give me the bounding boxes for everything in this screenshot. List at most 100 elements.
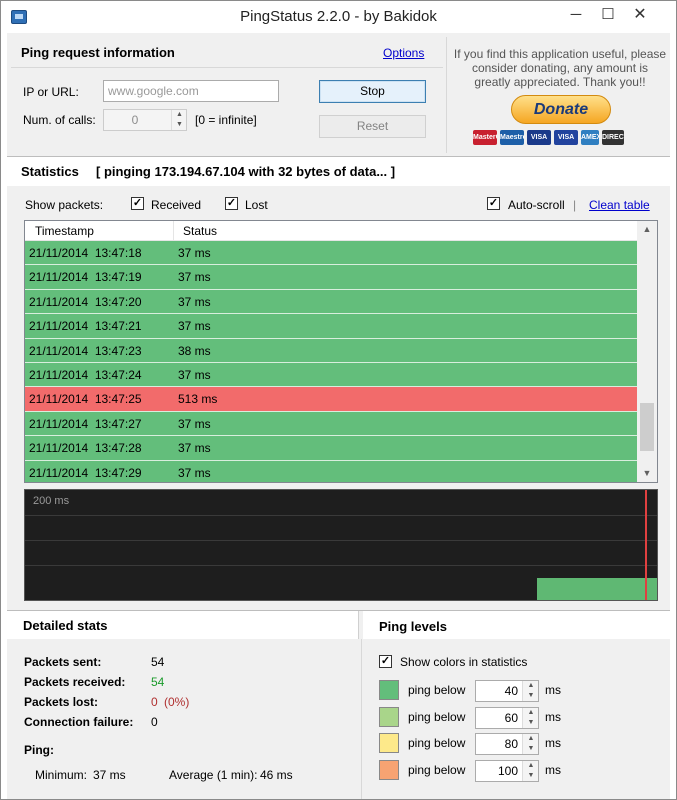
statistics-status: [ pinging 173.194.67.104 with 32 bytes o…: [96, 164, 396, 179]
show-colors-checkbox[interactable]: ✓: [379, 655, 392, 668]
donate-message-line2: consider donating, any amount is: [471, 61, 649, 75]
calls-down-icon[interactable]: ▼: [172, 120, 187, 130]
scroll-thumb[interactable]: [640, 403, 654, 451]
show-colors-label: Show colors in statistics: [400, 655, 528, 669]
row-status: 37 ms: [178, 416, 211, 431]
row-timestamp: 21/11/2014 13:47:18: [29, 246, 142, 260]
row-timestamp: 21/11/2014 13:47:19: [29, 270, 142, 285]
row-timestamp: 21/11/2014 13:47:29: [29, 465, 142, 480]
level-label: ping below: [408, 709, 466, 724]
table-row[interactable]: 21/11/2014 13:47:24 37 ms: [25, 362, 637, 388]
level-color-swatch[interactable]: [379, 706, 399, 727]
level-up-icon[interactable]: ▲: [523, 708, 539, 718]
level-threshold-stepper[interactable]: 40 ▲ ▼: [475, 680, 539, 702]
level-unit: ms: [545, 709, 561, 724]
level-label: ping below: [408, 762, 466, 777]
level-up-icon[interactable]: ▲: [523, 761, 539, 771]
table-row[interactable]: 21/11/2014 13:47:29 37 ms: [25, 460, 637, 482]
column-status[interactable]: Status: [183, 224, 217, 238]
level-threshold-value: 80: [504, 737, 518, 751]
minimum-value: 37 ms: [93, 768, 126, 782]
calls-hint: [0 = infinite]: [195, 113, 257, 127]
client-area: Ping request information Options IP or U…: [7, 33, 670, 799]
payment-card-icon: VISA: [554, 130, 578, 145]
level-threshold-value: 40: [504, 684, 518, 698]
maximize-button[interactable]: ☐: [593, 3, 623, 27]
level-down-icon[interactable]: ▼: [523, 718, 539, 728]
scroll-down-icon[interactable]: ▼: [637, 465, 657, 482]
close-button[interactable]: ✕: [625, 3, 655, 27]
level-up-icon[interactable]: ▲: [523, 734, 539, 744]
options-link[interactable]: Options: [383, 46, 424, 60]
ip-label: IP or URL:: [23, 85, 79, 99]
calls-value: 0: [131, 113, 139, 127]
table-row[interactable]: 21/11/2014 13:47:20 37 ms: [25, 289, 637, 315]
average-1min-value: 46 ms: [260, 768, 293, 782]
level-color-swatch[interactable]: [379, 759, 399, 780]
level-label: ping below: [408, 683, 466, 697]
level-up-icon[interactable]: ▲: [523, 681, 539, 691]
calls-stepper[interactable]: 0 ▲ ▼: [103, 109, 187, 131]
level-down-icon[interactable]: ▼: [523, 744, 539, 754]
received-checkbox[interactable]: ✓: [131, 197, 144, 210]
level-threshold-stepper[interactable]: 60 ▲ ▼: [475, 706, 539, 729]
packets-lost-value: 0: [151, 695, 158, 709]
scroll-up-icon[interactable]: ▲: [637, 221, 657, 238]
level-down-icon[interactable]: ▼: [523, 691, 539, 701]
table-row[interactable]: 21/11/2014 13:47:21 37 ms: [25, 314, 637, 339]
stop-button[interactable]: Stop: [319, 80, 426, 103]
table-rows: 21/11/2014 13:47:18 37 ms 21/11/2014 13:47…: [25, 241, 637, 482]
row-status: 38 ms: [178, 343, 211, 358]
table-row[interactable]: 21/11/2014 13:47:25 513 ms: [25, 387, 637, 412]
row-status: 37 ms: [178, 367, 211, 382]
table-scrollbar[interactable]: ▲ ▼: [637, 221, 657, 482]
level-color-swatch[interactable]: [379, 680, 399, 700]
column-timestamp[interactable]: Timestamp: [35, 224, 94, 238]
row-timestamp: 21/11/2014 13:47:28: [29, 441, 142, 456]
detailed-stats-header: Detailed stats: [7, 611, 359, 639]
ip-input[interactable]: [103, 80, 279, 102]
ping-label: Ping:: [24, 743, 54, 757]
lost-label: Lost: [245, 198, 268, 212]
row-timestamp: 21/11/2014 13:47:21: [29, 319, 142, 334]
table-row[interactable]: 21/11/2014 13:47:27 37 ms: [25, 411, 637, 437]
table-row[interactable]: 21/11/2014 13:47:23 38 ms: [25, 338, 637, 363]
app-window: PingStatus 2.2.0 - by Bakidok ─ ☐ ✕ Ping…: [0, 0, 677, 800]
graph-ping-bars: [537, 578, 657, 600]
packets-lost-label: Packets lost:: [24, 695, 99, 709]
row-status: 37 ms: [178, 465, 211, 480]
ping-request-title: Ping request information: [21, 45, 175, 60]
vertical-divider: [446, 37, 447, 153]
payment-card-icon: DIRECT Deb: [602, 130, 624, 145]
level-color-swatch[interactable]: [379, 733, 399, 753]
title-bar: PingStatus 2.2.0 - by Bakidok ─ ☐ ✕: [1, 1, 676, 33]
autoscroll-checkbox[interactable]: ✓: [487, 197, 500, 210]
ping-table[interactable]: Timestamp Status 21/11/2014 13:47:18 37 m…: [24, 220, 658, 483]
clean-table-link[interactable]: Clean table: [589, 198, 650, 212]
level-down-icon[interactable]: ▼: [523, 771, 539, 781]
payment-card-icon: MasterCard: [473, 130, 497, 145]
link-separator: |: [573, 198, 577, 212]
show-packets-label: Show packets:: [25, 198, 104, 212]
payment-card-icon: Maestro: [500, 130, 524, 145]
minimum-label: Minimum:: [35, 768, 88, 782]
table-row[interactable]: 21/11/2014 13:47:18 37 ms: [25, 241, 637, 266]
row-status: 37 ms: [178, 270, 211, 285]
row-timestamp: 21/11/2014 13:47:27: [29, 416, 142, 431]
level-threshold-stepper[interactable]: 100 ▲ ▼: [475, 759, 539, 782]
table-row[interactable]: 21/11/2014 13:47:28 37 ms: [25, 436, 637, 461]
ping-graph: 200 ms: [24, 489, 658, 601]
table-row[interactable]: 21/11/2014 13:47:19 37 ms: [25, 265, 637, 290]
level-threshold-stepper[interactable]: 80 ▲ ▼: [475, 733, 539, 755]
received-label: Received: [151, 198, 202, 212]
payment-card-icon: AMEX: [581, 130, 599, 145]
minimize-button[interactable]: ─: [561, 3, 591, 27]
packets-received-label: Packets received:: [24, 675, 126, 689]
calls-up-icon[interactable]: ▲: [172, 110, 187, 120]
donate-button[interactable]: Donate: [511, 95, 611, 124]
reset-button[interactable]: Reset: [319, 115, 426, 138]
row-status: 37 ms: [178, 441, 211, 456]
row-status: 37 ms: [178, 294, 211, 309]
lost-checkbox[interactable]: ✓: [225, 197, 238, 210]
payment-card-icon: VISA: [527, 130, 551, 145]
